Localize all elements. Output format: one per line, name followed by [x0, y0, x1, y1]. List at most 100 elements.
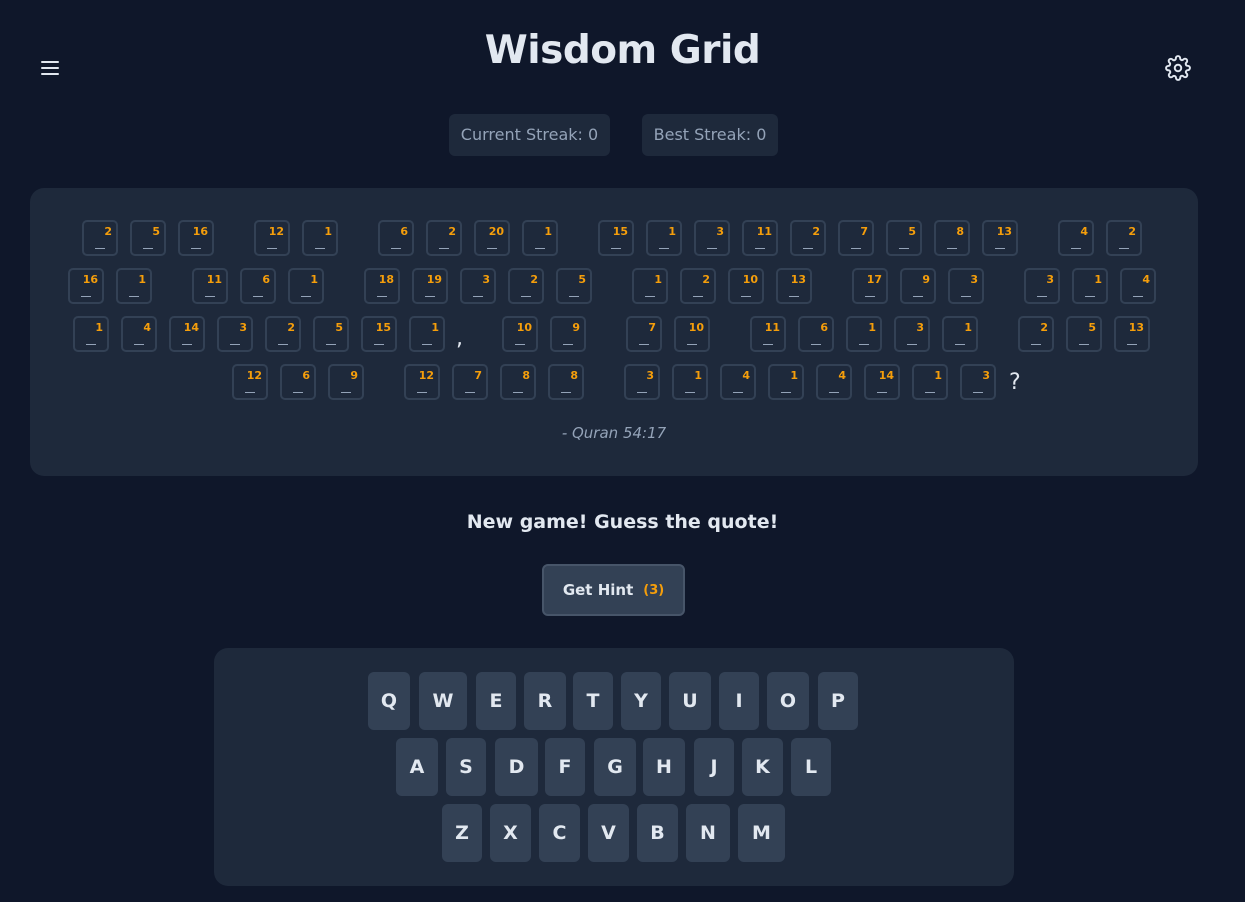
key-r[interactable]: R	[524, 672, 566, 730]
key-l[interactable]: L	[791, 738, 831, 796]
letter-tile[interactable]: 17	[852, 268, 888, 304]
letter-tile[interactable]: 13	[1114, 316, 1150, 352]
letter-tile[interactable]: 3	[894, 316, 930, 352]
letter-tile[interactable]: 1	[912, 364, 948, 400]
key-s[interactable]: S	[446, 738, 486, 796]
letter-tile[interactable]: 5	[130, 220, 166, 256]
key-h[interactable]: H	[643, 738, 685, 796]
letter-tile[interactable]: 14	[169, 316, 205, 352]
letter-tile[interactable]: 19	[412, 268, 448, 304]
letter-tile[interactable]: 2	[508, 268, 544, 304]
key-d[interactable]: D	[495, 738, 538, 796]
letter-tile[interactable]: 13	[982, 220, 1018, 256]
letter-tile[interactable]: 1	[302, 220, 338, 256]
letter-tile[interactable]: 11	[192, 268, 228, 304]
letter-tile[interactable]: 3	[624, 364, 660, 400]
letter-tile[interactable]: 2	[1106, 220, 1142, 256]
key-u[interactable]: U	[669, 672, 711, 730]
letter-tile[interactable]: 4	[816, 364, 852, 400]
letter-tile[interactable]: 1	[646, 220, 682, 256]
letter-tile[interactable]: 10	[502, 316, 538, 352]
key-e[interactable]: E	[476, 672, 516, 730]
letter-tile[interactable]: 11	[742, 220, 778, 256]
letter-tile[interactable]: 2	[265, 316, 301, 352]
key-g[interactable]: G	[594, 738, 636, 796]
letter-tile[interactable]: 4	[121, 316, 157, 352]
letter-tile[interactable]: 7	[626, 316, 662, 352]
letter-tile[interactable]: 15	[361, 316, 397, 352]
letter-tile[interactable]: 1	[768, 364, 804, 400]
letter-tile[interactable]: 3	[217, 316, 253, 352]
letter-tile[interactable]: 1	[1072, 268, 1108, 304]
letter-tile[interactable]: 10	[674, 316, 710, 352]
letter-tile[interactable]: 1	[632, 268, 668, 304]
key-f[interactable]: F	[545, 738, 585, 796]
letter-tile[interactable]: 7	[452, 364, 488, 400]
key-b[interactable]: B	[637, 804, 678, 862]
letter-tile[interactable]: 8	[500, 364, 536, 400]
letter-tile[interactable]: 2	[82, 220, 118, 256]
letter-tile[interactable]: 3	[948, 268, 984, 304]
letter-tile[interactable]: 2	[1018, 316, 1054, 352]
letter-tile[interactable]: 7	[838, 220, 874, 256]
letter-tile[interactable]: 5	[1066, 316, 1102, 352]
letter-tile[interactable]: 1	[73, 316, 109, 352]
letter-tile[interactable]: 15	[598, 220, 634, 256]
letter-tile[interactable]: 1	[846, 316, 882, 352]
letter-tile[interactable]: 3	[1024, 268, 1060, 304]
letter-tile[interactable]: 4	[720, 364, 756, 400]
letter-tile[interactable]: 14	[864, 364, 900, 400]
key-t[interactable]: T	[573, 672, 613, 730]
letter-tile[interactable]: 1	[672, 364, 708, 400]
key-c[interactable]: C	[539, 804, 580, 862]
letter-tile[interactable]: 5	[313, 316, 349, 352]
letter-tile[interactable]: 6	[240, 268, 276, 304]
letter-tile[interactable]: 3	[694, 220, 730, 256]
key-y[interactable]: Y	[621, 672, 661, 730]
letter-tile[interactable]: 4	[1120, 268, 1156, 304]
letter-tile[interactable]: 9	[550, 316, 586, 352]
letter-tile[interactable]: 1	[116, 268, 152, 304]
key-z[interactable]: Z	[442, 804, 482, 862]
letter-tile[interactable]: 3	[460, 268, 496, 304]
letter-tile[interactable]: 1	[288, 268, 324, 304]
key-n[interactable]: N	[686, 804, 730, 862]
letter-tile[interactable]: 12	[232, 364, 268, 400]
letter-tile[interactable]: 12	[254, 220, 290, 256]
key-m[interactable]: M	[738, 804, 785, 862]
letter-tile[interactable]: 20	[474, 220, 510, 256]
settings-button[interactable]	[1165, 55, 1191, 81]
get-hint-button[interactable]: Get Hint (3)	[542, 564, 685, 616]
letter-tile[interactable]: 1	[942, 316, 978, 352]
letter-tile[interactable]: 9	[900, 268, 936, 304]
letter-tile[interactable]: 9	[328, 364, 364, 400]
letter-tile[interactable]: 6	[378, 220, 414, 256]
key-j[interactable]: J	[694, 738, 734, 796]
letter-tile[interactable]: 2	[426, 220, 462, 256]
letter-tile[interactable]: 1	[409, 316, 445, 352]
letter-tile[interactable]: 16	[68, 268, 104, 304]
letter-tile[interactable]: 12	[404, 364, 440, 400]
key-o[interactable]: O	[767, 672, 809, 730]
letter-tile[interactable]: 3	[960, 364, 996, 400]
letter-tile[interactable]: 11	[750, 316, 786, 352]
letter-tile[interactable]: 5	[886, 220, 922, 256]
letter-tile[interactable]: 13	[776, 268, 812, 304]
letter-tile[interactable]: 2	[790, 220, 826, 256]
key-v[interactable]: V	[588, 804, 629, 862]
letter-tile[interactable]: 16	[178, 220, 214, 256]
letter-tile[interactable]: 5	[556, 268, 592, 304]
letter-tile[interactable]: 10	[728, 268, 764, 304]
letter-tile[interactable]: 6	[798, 316, 834, 352]
key-q[interactable]: Q	[368, 672, 410, 730]
key-k[interactable]: K	[742, 738, 783, 796]
key-i[interactable]: I	[719, 672, 759, 730]
letter-tile[interactable]: 18	[364, 268, 400, 304]
key-w[interactable]: W	[419, 672, 467, 730]
letter-tile[interactable]: 4	[1058, 220, 1094, 256]
key-a[interactable]: A	[396, 738, 438, 796]
letter-tile[interactable]: 1	[522, 220, 558, 256]
key-p[interactable]: P	[818, 672, 858, 730]
letter-tile[interactable]: 8	[934, 220, 970, 256]
letter-tile[interactable]: 2	[680, 268, 716, 304]
